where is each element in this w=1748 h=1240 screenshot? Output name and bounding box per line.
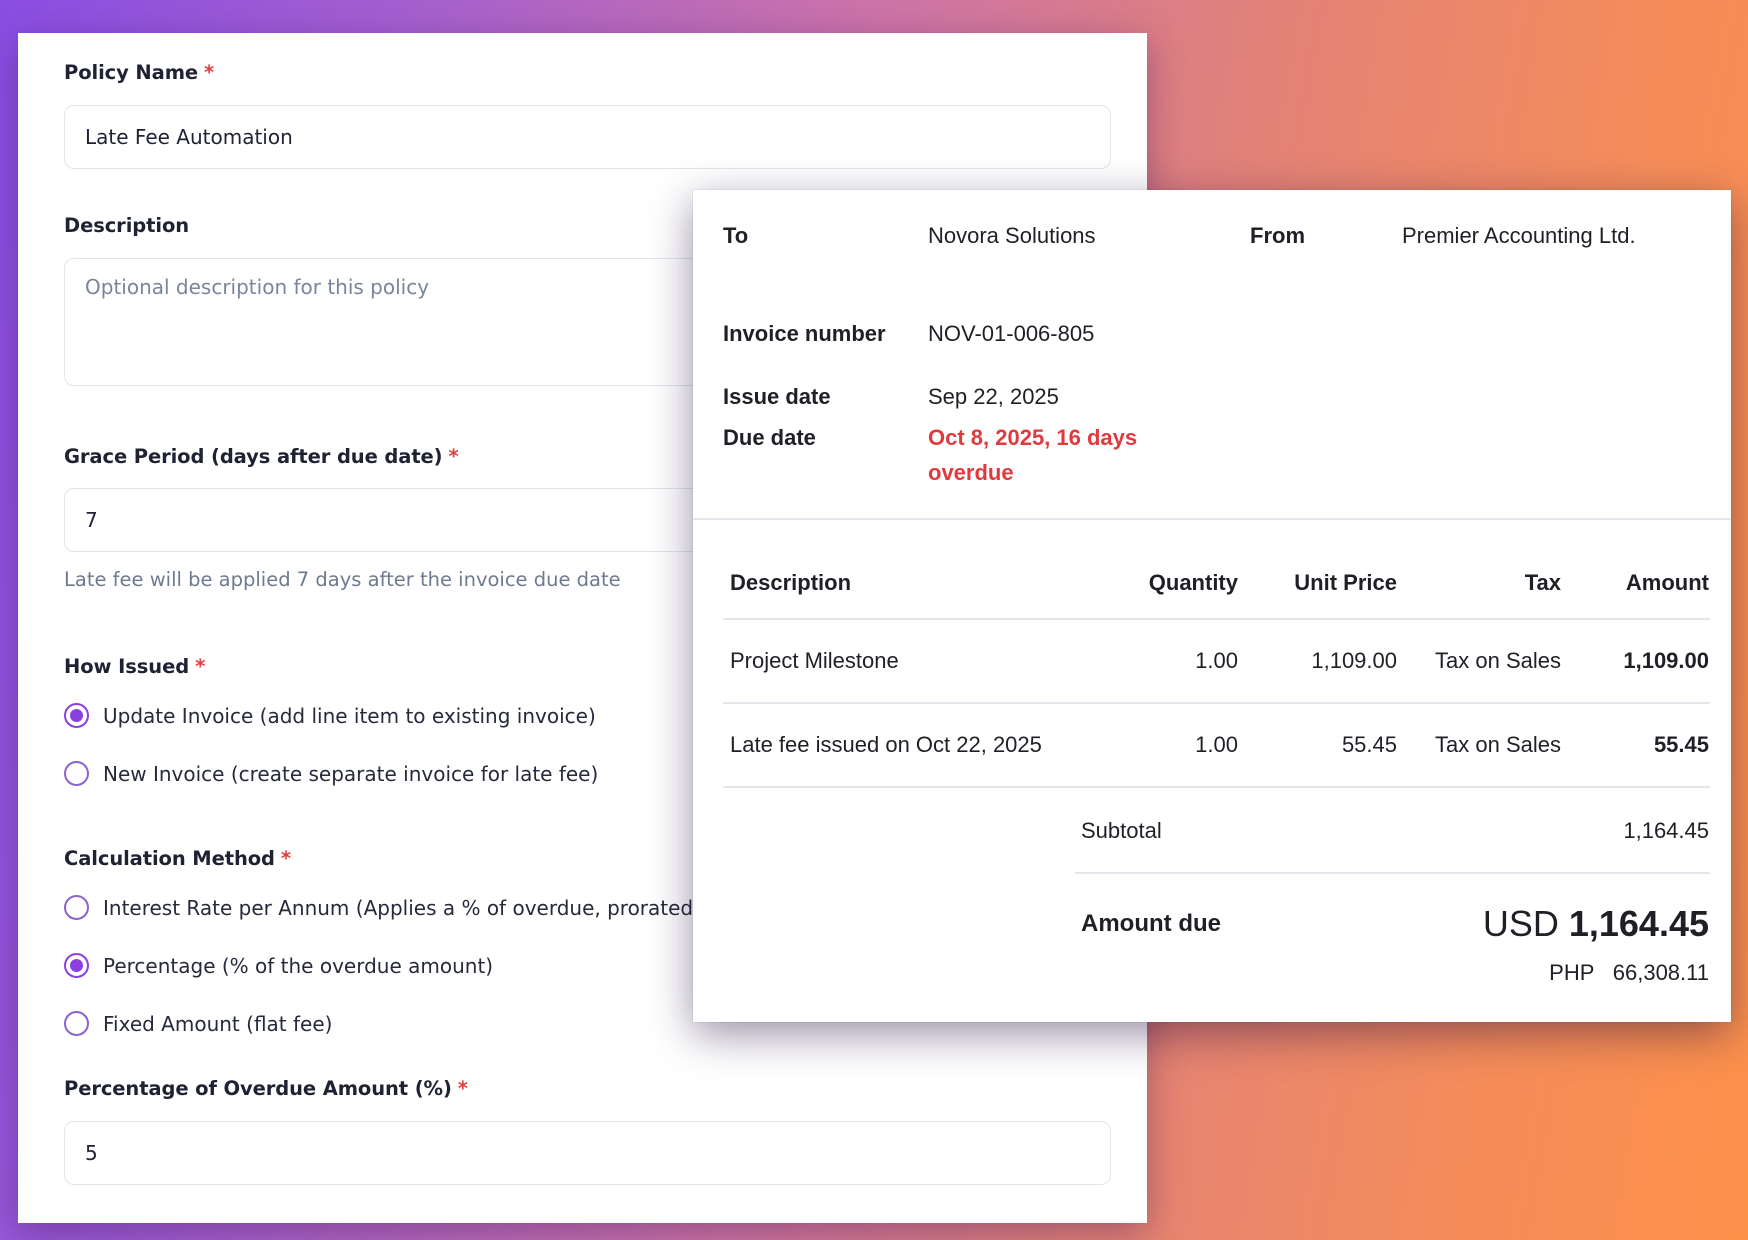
grace-period-label: Grace Period (days after due date) * xyxy=(64,445,459,468)
grace-period-helper-text: Late fee will be applied 7 days after th… xyxy=(64,568,621,591)
calc-option-percentage[interactable]: Percentage (% of the overdue amount) xyxy=(64,953,493,978)
amount-due-currency: USD xyxy=(1482,903,1559,944)
description-placeholder: Optional description for this policy xyxy=(85,275,430,299)
from-value: Premier Accounting Ltd. xyxy=(1402,223,1636,248)
issue-date-label: Issue date xyxy=(723,384,831,409)
col-quantity-header: Quantity xyxy=(1148,570,1238,595)
radio-option-label: New Invoice (create separate invoice for… xyxy=(103,761,599,786)
amount-due-value: 1,164.45 xyxy=(1568,903,1709,944)
radio-option-label: Interest Rate per Annum (Applies a % of … xyxy=(103,895,694,920)
how-issued-option-new-invoice[interactable]: New Invoice (create separate invoice for… xyxy=(64,761,598,786)
alt-currency-total: PHP 66,308.11 xyxy=(1393,960,1709,986)
table-header-divider xyxy=(723,618,1710,620)
due-date-label: Due date xyxy=(723,425,816,450)
calc-option-interest-rate[interactable]: Interest Rate per Annum (Applies a % of … xyxy=(64,895,693,920)
radio-unchecked-icon[interactable] xyxy=(64,761,89,786)
grace-period-label-text: Grace Period (days after due date) xyxy=(64,445,443,468)
required-asterisk: * xyxy=(457,1077,468,1100)
overdue-text: overdue xyxy=(928,460,1014,485)
required-asterisk: * xyxy=(195,655,206,678)
grace-period-value: 7 xyxy=(85,508,98,532)
calculation-method-label: Calculation Method * xyxy=(64,847,291,870)
subtotal-divider xyxy=(1075,872,1710,874)
alt-currency-amount: 66,308.11 xyxy=(1612,960,1709,985)
col-description-header: Description xyxy=(730,570,852,595)
radio-option-label: Percentage (% of the overdue amount) xyxy=(103,953,494,978)
percentage-label-text: Percentage of Overdue Amount (%) xyxy=(64,1077,452,1100)
row-divider xyxy=(723,702,1710,704)
policy-name-input[interactable]: Late Fee Automation xyxy=(64,105,1111,169)
line-item-description: Project Milestone xyxy=(730,648,899,673)
line-item-quantity: 1.00 xyxy=(1195,732,1238,757)
percentage-input[interactable]: 5 xyxy=(64,1121,1111,1185)
subtotal-value: 1,164.45 xyxy=(1623,818,1709,843)
invoice-preview: To Novora Solutions From Premier Account… xyxy=(693,190,1731,1022)
line-item-amount: 55.45 xyxy=(1653,732,1709,757)
amount-due-total: USD 1,164.45 xyxy=(1333,903,1709,945)
invoice-number-label: Invoice number xyxy=(723,321,886,346)
line-item-description: Late fee issued on Oct 22, 2025 xyxy=(730,732,1042,757)
to-value: Novora Solutions xyxy=(928,223,1096,248)
col-unit-price-header: Unit Price xyxy=(1294,570,1397,595)
radio-checked-icon[interactable] xyxy=(64,703,89,728)
line-item-quantity: 1.00 xyxy=(1195,648,1238,673)
required-asterisk: * xyxy=(448,445,459,468)
radio-option-label: Fixed Amount (flat fee) xyxy=(103,1011,333,1036)
policy-name-label: Policy Name * xyxy=(64,61,214,84)
from-label: From xyxy=(1250,223,1305,248)
how-issued-label-text: How Issued xyxy=(64,655,190,678)
amount-due-label: Amount due xyxy=(1081,910,1221,937)
line-item-amount: 1,109.00 xyxy=(1623,648,1709,673)
issue-date-value: Sep 22, 2025 xyxy=(928,384,1059,409)
radio-unchecked-icon[interactable] xyxy=(64,1011,89,1036)
col-tax-header: Tax xyxy=(1524,570,1561,595)
line-item-tax: Tax on Sales xyxy=(1435,648,1561,673)
radio-checked-icon[interactable] xyxy=(64,953,89,978)
line-item-unit-price: 1,109.00 xyxy=(1311,648,1397,673)
percentage-value: 5 xyxy=(85,1141,98,1165)
policy-name-label-text: Policy Name xyxy=(64,61,199,84)
percentage-label: Percentage of Overdue Amount (%) * xyxy=(64,1077,468,1100)
row-divider xyxy=(723,786,1710,788)
header-divider xyxy=(693,518,1731,520)
to-label: To xyxy=(723,223,749,248)
policy-name-value: Late Fee Automation xyxy=(85,125,293,149)
subtotal-label: Subtotal xyxy=(1081,818,1162,843)
how-issued-label: How Issued * xyxy=(64,655,205,678)
calc-option-fixed-amount[interactable]: Fixed Amount (flat fee) xyxy=(64,1011,332,1036)
line-item-tax: Tax on Sales xyxy=(1435,732,1561,757)
col-amount-header: Amount xyxy=(1625,570,1709,595)
required-asterisk: * xyxy=(280,847,292,870)
alt-currency-code: PHP xyxy=(1549,960,1595,985)
line-item-unit-price: 55.45 xyxy=(1341,732,1397,757)
due-date-value: Oct 8, 2025, 16 days xyxy=(928,425,1138,450)
invoice-number-value: NOV-01-006-805 xyxy=(928,321,1095,346)
radio-option-label: Update Invoice (add line item to existin… xyxy=(103,703,596,728)
description-label: Description xyxy=(64,214,190,237)
how-issued-option-update-invoice[interactable]: Update Invoice (add line item to existin… xyxy=(64,703,596,728)
calculation-method-label-text: Calculation Method xyxy=(64,847,275,870)
required-asterisk: * xyxy=(204,61,215,84)
radio-unchecked-icon[interactable] xyxy=(64,895,89,920)
